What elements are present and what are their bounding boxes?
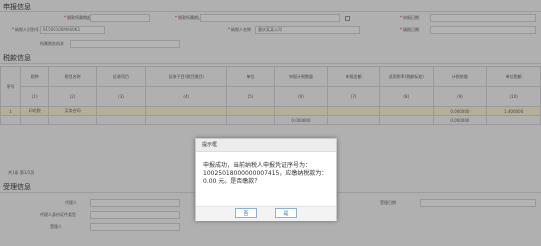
dialog-message: 申报成功，当前纳税人申报凭证序号为：10025018000000007415，应… — [203, 162, 328, 185]
dialog-title: 提示框 — [196, 139, 336, 152]
prompt-dialog: 提示框 申报成功，当前纳税人申报凭证序号为：100250180000000074… — [195, 138, 337, 221]
dialog-footer — [196, 206, 336, 221]
no-button[interactable]: 否 — [235, 208, 257, 218]
yes-button[interactable]: 是 — [275, 208, 297, 218]
